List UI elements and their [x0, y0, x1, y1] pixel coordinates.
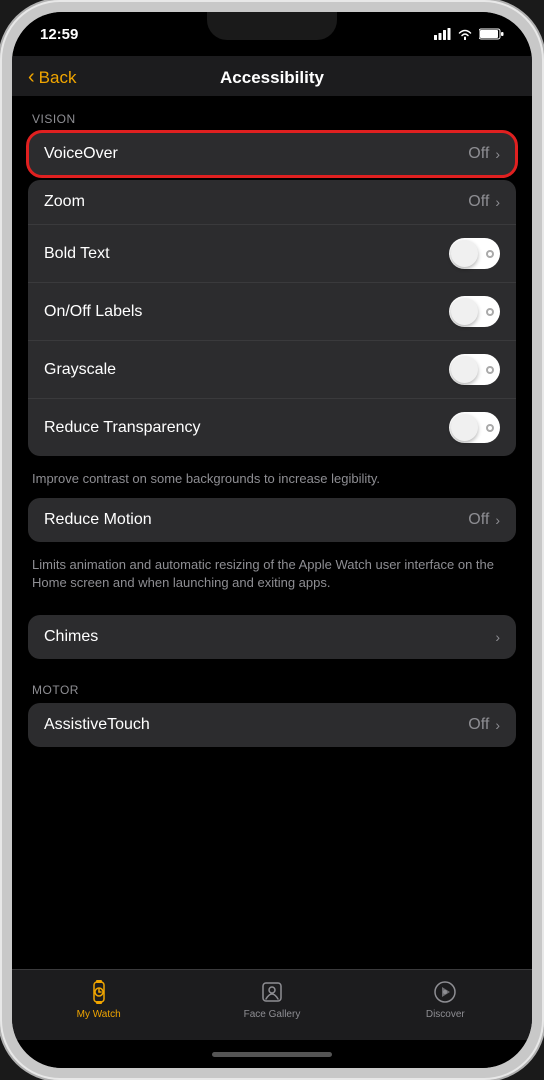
bold-text-label: Bold Text: [44, 245, 110, 263]
reduce-transparency-row[interactable]: Reduce Transparency: [28, 399, 516, 456]
home-indicator: [12, 1040, 532, 1068]
discover-icon: [431, 978, 459, 1006]
discover-tab-label: Discover: [426, 1009, 465, 1020]
face-gallery-tab-label: Face Gallery: [244, 1009, 301, 1020]
bold-text-toggle[interactable]: [449, 238, 500, 269]
onoff-labels-toggle[interactable]: [449, 296, 500, 327]
assistive-touch-chevron-icon: ›: [495, 717, 500, 733]
reduce-transparency-toggle[interactable]: [449, 412, 500, 443]
bold-text-row[interactable]: Bold Text: [28, 225, 516, 283]
voiceover-chevron-icon: ›: [495, 146, 500, 162]
content-area: VISION VoiceOver Off › Zoom Off ›: [12, 96, 532, 969]
assistive-touch-group: AssistiveTouch Off ›: [28, 703, 516, 747]
motor-section-header: MOTOR: [12, 675, 532, 703]
back-chevron-icon: ‹: [28, 66, 35, 89]
tab-bar: My Watch Face Gallery: [12, 969, 532, 1040]
face-gallery-icon: [258, 978, 286, 1006]
onoff-labels-row[interactable]: On/Off Labels: [28, 283, 516, 341]
zoom-row[interactable]: Zoom Off ›: [28, 180, 516, 225]
home-bar: [212, 1052, 332, 1057]
reduce-motion-status: Off: [468, 511, 489, 529]
vision-description: Improve contrast on some backgrounds to …: [12, 464, 532, 498]
assistive-touch-label: AssistiveTouch: [44, 716, 150, 734]
motion-description: Limits animation and automatic resizing …: [12, 550, 532, 602]
tab-face-gallery[interactable]: Face Gallery: [185, 978, 358, 1020]
wifi-icon: [457, 28, 473, 40]
status-bar: 12:59: [12, 12, 532, 56]
grayscale-row[interactable]: Grayscale: [28, 341, 516, 399]
zoom-label: Zoom: [44, 193, 85, 211]
chimes-label: Chimes: [44, 628, 98, 646]
zoom-chevron-icon: ›: [495, 194, 500, 210]
voiceover-status: Off: [468, 145, 489, 163]
back-label: Back: [39, 68, 77, 88]
grayscale-toggle[interactable]: [449, 354, 500, 385]
zoom-right: Off ›: [468, 193, 500, 211]
chimes-row[interactable]: Chimes ›: [28, 615, 516, 659]
vision-section-header: VISION: [12, 104, 532, 132]
voiceover-value: Off ›: [468, 145, 500, 163]
vision-settings-group: Zoom Off › Bold Text On/Off La: [28, 180, 516, 456]
status-icons: [434, 28, 504, 40]
status-time: 12:59: [40, 26, 78, 43]
assistive-touch-row[interactable]: AssistiveTouch Off ›: [28, 703, 516, 747]
page-title: Accessibility: [220, 68, 324, 88]
back-button[interactable]: ‹ Back: [28, 67, 76, 89]
reduce-motion-chevron-icon: ›: [495, 512, 500, 528]
assistive-touch-status: Off: [468, 716, 489, 734]
battery-icon: [479, 28, 504, 40]
reduce-motion-right: Off ›: [468, 511, 500, 529]
chimes-chevron-icon: ›: [495, 629, 500, 645]
my-watch-icon: [85, 978, 113, 1006]
tab-discover[interactable]: Discover: [359, 978, 532, 1020]
grayscale-label: Grayscale: [44, 361, 116, 379]
reduce-motion-row[interactable]: Reduce Motion Off ›: [28, 498, 516, 542]
chimes-right: ›: [495, 629, 500, 645]
onoff-labels-label: On/Off Labels: [44, 303, 142, 321]
reduce-motion-label: Reduce Motion: [44, 511, 152, 529]
voiceover-label: VoiceOver: [44, 145, 118, 163]
reduce-transparency-label: Reduce Transparency: [44, 419, 201, 437]
tab-my-watch[interactable]: My Watch: [12, 978, 185, 1020]
voiceover-row[interactable]: VoiceOver Off ›: [28, 132, 516, 176]
nav-bar: ‹ Back Accessibility: [12, 56, 532, 96]
signal-icon: [434, 28, 451, 40]
reduce-motion-group: Reduce Motion Off ›: [28, 498, 516, 542]
assistive-touch-right: Off ›: [468, 716, 500, 734]
my-watch-tab-label: My Watch: [77, 1009, 121, 1020]
chimes-group: Chimes ›: [28, 615, 516, 659]
zoom-status: Off: [468, 193, 489, 211]
